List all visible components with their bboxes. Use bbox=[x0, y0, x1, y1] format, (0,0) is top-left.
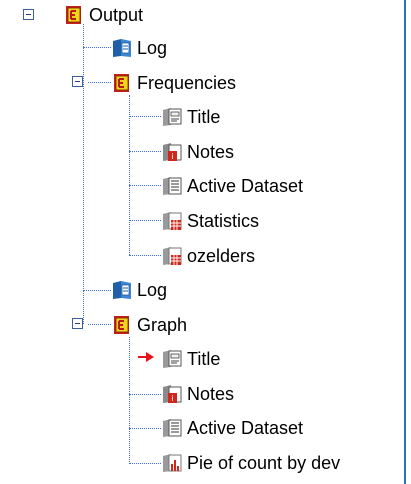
table-icon bbox=[161, 245, 183, 267]
connector-graph bbox=[88, 324, 111, 325]
pane-right-border bbox=[404, 0, 406, 484]
tree-node-label: ozelders bbox=[187, 246, 256, 266]
tree-node-label: Output bbox=[89, 5, 144, 25]
output-book-icon bbox=[63, 4, 85, 26]
tree-node-statistics[interactable]: Statistics bbox=[161, 208, 259, 234]
tree-node-label: Graph bbox=[137, 315, 188, 335]
tree-node-graph[interactable]: Graph bbox=[111, 312, 187, 338]
connector-log-1 bbox=[83, 47, 111, 48]
tree-node-frequencies[interactable]: Frequencies bbox=[111, 70, 236, 96]
connector-root bbox=[83, 24, 84, 291]
tree-node-output[interactable]: Output bbox=[63, 2, 143, 28]
svg-text:i: i bbox=[171, 152, 173, 161]
tree-node-notes[interactable]: i Notes bbox=[161, 381, 234, 407]
tree-node-notes[interactable]: i Notes bbox=[161, 139, 234, 165]
collapse-toggle-graph[interactable] bbox=[72, 318, 83, 329]
output-outline-tree: Output Log Frequencies Title i Notes Act… bbox=[0, 0, 404, 484]
tree-node-label: Title bbox=[187, 349, 221, 369]
tree-node-label: Active Dataset bbox=[187, 176, 304, 196]
output-book-icon bbox=[111, 72, 133, 94]
connector-child bbox=[129, 255, 161, 256]
collapse-toggle-frequencies[interactable] bbox=[72, 76, 83, 87]
tree-node-pie-chart[interactable]: Pie of count by dev bbox=[161, 450, 340, 476]
collapse-toggle-output[interactable] bbox=[23, 9, 34, 20]
tree-node-ozelders[interactable]: ozelders bbox=[161, 243, 255, 269]
tree-node-label: Active Dataset bbox=[187, 418, 304, 438]
output-book-icon bbox=[111, 314, 133, 336]
tree-node-log[interactable]: Log bbox=[111, 35, 167, 61]
tree-node-label: Pie of count by dev bbox=[187, 453, 341, 473]
tree-node-active-dataset[interactable]: Active Dataset bbox=[161, 173, 303, 199]
title-icon bbox=[161, 106, 183, 128]
tree-node-label: Notes bbox=[187, 384, 235, 404]
tree-node-label: Frequencies bbox=[137, 73, 237, 93]
connector-child bbox=[129, 463, 161, 464]
connector-frequencies-children bbox=[129, 95, 130, 255]
dataset-icon bbox=[161, 417, 183, 439]
tree-node-label: Log bbox=[137, 38, 168, 58]
connector-frequencies bbox=[88, 82, 111, 83]
tree-node-label: Title bbox=[187, 107, 221, 127]
tree-node-label: Notes bbox=[187, 142, 235, 162]
table-icon bbox=[161, 210, 183, 232]
log-book-icon bbox=[111, 37, 133, 59]
connector-log-2 bbox=[83, 290, 111, 291]
tree-node-title[interactable]: Title bbox=[161, 104, 220, 130]
tree-node-title-current[interactable]: Title bbox=[161, 346, 220, 372]
notes-icon: i bbox=[161, 141, 183, 163]
tree-node-active-dataset[interactable]: Active Dataset bbox=[161, 415, 303, 441]
connector-child bbox=[129, 220, 161, 221]
current-item-arrow-icon bbox=[138, 352, 154, 362]
log-book-icon bbox=[111, 279, 133, 301]
connector-root-lower bbox=[83, 291, 84, 324]
svg-text:i: i bbox=[171, 394, 173, 403]
tree-node-label: Statistics bbox=[187, 211, 260, 231]
dataset-icon bbox=[161, 175, 183, 197]
connector-child bbox=[129, 116, 161, 117]
tree-node-log[interactable]: Log bbox=[111, 277, 167, 303]
connector-child bbox=[129, 151, 161, 152]
tree-node-label: Log bbox=[137, 280, 168, 300]
title-icon bbox=[161, 348, 183, 370]
chart-icon bbox=[161, 452, 183, 474]
connector-child bbox=[129, 185, 161, 186]
notes-icon: i bbox=[161, 383, 183, 405]
connector-graph-children bbox=[129, 337, 130, 464]
connector-child bbox=[129, 394, 161, 395]
connector-child bbox=[129, 428, 161, 429]
